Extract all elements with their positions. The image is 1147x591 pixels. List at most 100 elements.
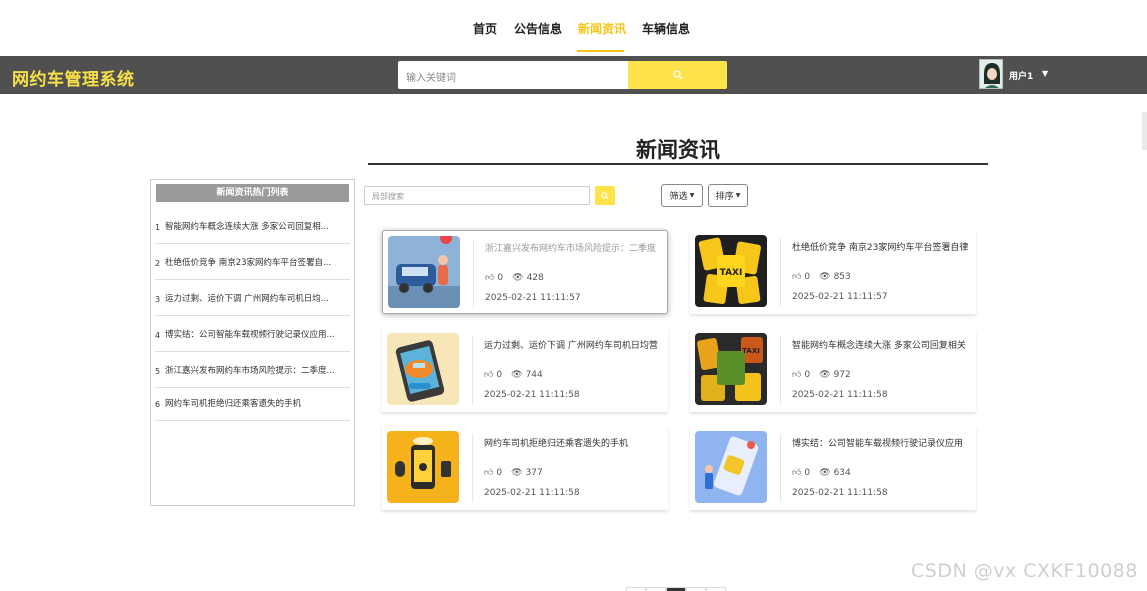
search-icon	[601, 191, 609, 200]
sidebar-item[interactable]: 6 网约车司机拒绝归还乘客遗失的手机	[155, 385, 350, 421]
svg-text:TAXI: TAXI	[742, 347, 760, 355]
news-thumbnail	[387, 431, 459, 503]
view-count: 634	[833, 468, 851, 478]
news-card[interactable]: TAXI 杜绝低价竞争 南京23家网约车平台签署自律 👍︎ 0 👁︎ 853 2…	[690, 230, 976, 314]
nav-home[interactable]: 首页	[473, 20, 497, 37]
sidebar-item-text: 网约车司机拒绝归还乘客遗失的手机	[165, 398, 302, 409]
sidebar-item-text: 杜绝低价竞争 南京23家网约车平台签署自...	[165, 257, 332, 268]
sort-label: 排序	[715, 192, 734, 202]
sidebar-item-number: 6	[155, 399, 161, 409]
sidebar-item[interactable]: 3 运力过剩、运价下调 广州网约车司机日均...	[155, 280, 350, 316]
view-count: 377	[525, 468, 543, 478]
news-title[interactable]: 运力过剩、运价下调 广州网约车司机日均营	[484, 338, 666, 351]
news-stats: 👍︎ 0 👁︎ 428	[485, 273, 544, 283]
view-count: 972	[833, 370, 851, 380]
news-date: 2025-02-21 11:11:57	[792, 292, 888, 302]
thumbs-up-icon[interactable]: 👍︎	[792, 468, 801, 478]
sidebar-item-text: 博实结：公司智能车载视频行驶记录仪应用...	[165, 329, 335, 340]
news-thumbnail: TAXI	[695, 235, 767, 307]
news-card[interactable]: 网约车司机拒绝归还乘客遗失的手机 👍︎ 0 👁︎ 377 2025-02-21 …	[382, 426, 668, 510]
top-nav: 首页 公告信息 新闻资讯 车辆信息	[0, 0, 1147, 56]
news-card[interactable]: 博实结：公司智能车载视频行驶记录仪应用 👍︎ 0 👁︎ 634 2025-02-…	[690, 426, 976, 510]
sidebar-item-text: 智能网约车概念连续大涨 多家公司回复相...	[165, 221, 329, 232]
news-stats: 👍︎ 0 👁︎ 634	[792, 468, 851, 478]
caret-down-icon: ▼	[735, 192, 741, 199]
caret-down-icon[interactable]: ▼	[1042, 69, 1048, 78]
sidebar-item[interactable]: 5 浙江嘉兴发布网约车市场风险提示：二季度...	[155, 352, 350, 388]
thumbs-up-icon[interactable]: 👍︎	[485, 273, 494, 283]
eye-icon: 👁︎	[819, 272, 831, 282]
pagination	[626, 587, 726, 591]
view-count: 853	[833, 272, 851, 282]
news-card[interactable]: 运力过剩、运价下调 广州网约车司机日均营 👍︎ 0 👁︎ 744 2025-02…	[382, 328, 668, 412]
eye-icon: 👁︎	[511, 370, 523, 380]
news-stats: 👍︎ 0 👁︎ 377	[484, 468, 543, 478]
app-logo[interactable]: 网约车管理系统	[12, 65, 135, 90]
eye-icon: 👁︎	[819, 370, 831, 380]
nav-vehicles[interactable]: 车辆信息	[642, 20, 690, 37]
sidebar-item-number: 5	[155, 366, 161, 376]
page-button-current[interactable]	[666, 587, 686, 591]
news-title[interactable]: 杜绝低价竞争 南京23家网约车平台签署自律	[792, 240, 974, 253]
thumbs-up-icon[interactable]: 👍︎	[792, 370, 801, 380]
news-thumbnail	[387, 333, 459, 405]
eye-icon: 👁︎	[511, 468, 523, 478]
avatar[interactable]	[979, 59, 1003, 89]
filter-dropdown[interactable]: 筛选 ▼	[661, 184, 703, 207]
local-search-input[interactable]: 局部搜索	[364, 186, 590, 205]
thumbs-up-icon[interactable]: 👍︎	[484, 468, 493, 478]
like-count: 0	[804, 370, 811, 380]
news-title[interactable]: 博实结：公司智能车载视频行驶记录仪应用	[792, 436, 974, 449]
card-divider	[472, 434, 473, 502]
search-icon	[672, 70, 682, 80]
sort-dropdown[interactable]: 排序 ▼	[708, 184, 748, 207]
thumbs-up-icon[interactable]: 👍︎	[792, 272, 801, 282]
page-button[interactable]	[646, 587, 666, 591]
eye-icon: 👁︎	[512, 273, 524, 283]
watermark: CSDN @vx CXKF10088	[911, 560, 1138, 582]
sidebar-item-text: 浙江嘉兴发布网约车市场风险提示：二季度...	[165, 365, 335, 376]
like-count: 0	[496, 370, 503, 380]
news-title[interactable]: 浙江嘉兴发布网约车市场风险提示：二季度	[485, 241, 667, 254]
sidebar-item[interactable]: 1 智能网约车概念连续大涨 多家公司回复相...	[155, 208, 350, 244]
eye-icon: 👁︎	[819, 468, 831, 478]
title-divider	[368, 163, 988, 165]
sidebar-item-number: 3	[155, 294, 161, 304]
news-title[interactable]: 智能网约车概念连续大涨 多家公司回复相关	[792, 338, 974, 351]
nav-news[interactable]: 新闻资讯	[578, 20, 626, 37]
nav-announcements[interactable]: 公告信息	[514, 20, 562, 37]
card-divider	[780, 238, 781, 306]
page-button[interactable]	[706, 587, 726, 591]
news-card[interactable]: TAXI 智能网约车概念连续大涨 多家公司回复相关 👍︎ 0 👁︎ 972 20…	[690, 328, 976, 412]
news-thumbnail	[388, 236, 460, 308]
news-date: 2025-02-21 11:11:57	[485, 293, 581, 303]
news-date: 2025-02-21 11:11:58	[792, 488, 888, 498]
svg-text:TAXI: TAXI	[720, 268, 743, 278]
like-count: 0	[497, 273, 504, 283]
news-date: 2025-02-21 11:11:58	[792, 390, 888, 400]
thumbs-up-icon[interactable]: 👍︎	[484, 370, 493, 380]
local-search-button[interactable]	[595, 186, 615, 205]
card-divider	[780, 336, 781, 404]
search-input[interactable]: 输入关键词	[398, 61, 628, 89]
like-count: 0	[496, 468, 503, 478]
scroll-edge	[1142, 112, 1147, 150]
news-thumbnail: TAXI	[695, 333, 767, 405]
sidebar-item[interactable]: 4 博实结：公司智能车载视频行驶记录仪应用...	[155, 316, 350, 352]
card-divider	[472, 336, 473, 404]
like-count: 0	[804, 272, 811, 282]
card-divider	[780, 434, 781, 502]
search-button[interactable]	[628, 61, 727, 89]
username[interactable]: 用户1	[1009, 69, 1033, 82]
sidebar-item-number: 2	[155, 258, 161, 268]
sidebar-item-text: 运力过剩、运价下调 广州网约车司机日均...	[165, 293, 329, 304]
news-title[interactable]: 网约车司机拒绝归还乘客遗失的手机	[484, 436, 666, 449]
hot-news-sidebar: 新闻资讯热门列表 1 智能网约车概念连续大涨 多家公司回复相... 2 杜绝低价…	[150, 179, 355, 506]
view-count: 744	[525, 370, 543, 380]
sidebar-item[interactable]: 2 杜绝低价竞争 南京23家网约车平台签署自...	[155, 244, 350, 280]
sidebar-item-number: 1	[155, 222, 161, 232]
news-thumbnail	[695, 431, 767, 503]
news-card[interactable]: 浙江嘉兴发布网约车市场风险提示：二季度 👍︎ 0 👁︎ 428 2025-02-…	[382, 230, 668, 314]
page-button[interactable]	[626, 587, 646, 591]
page-button[interactable]	[686, 587, 706, 591]
